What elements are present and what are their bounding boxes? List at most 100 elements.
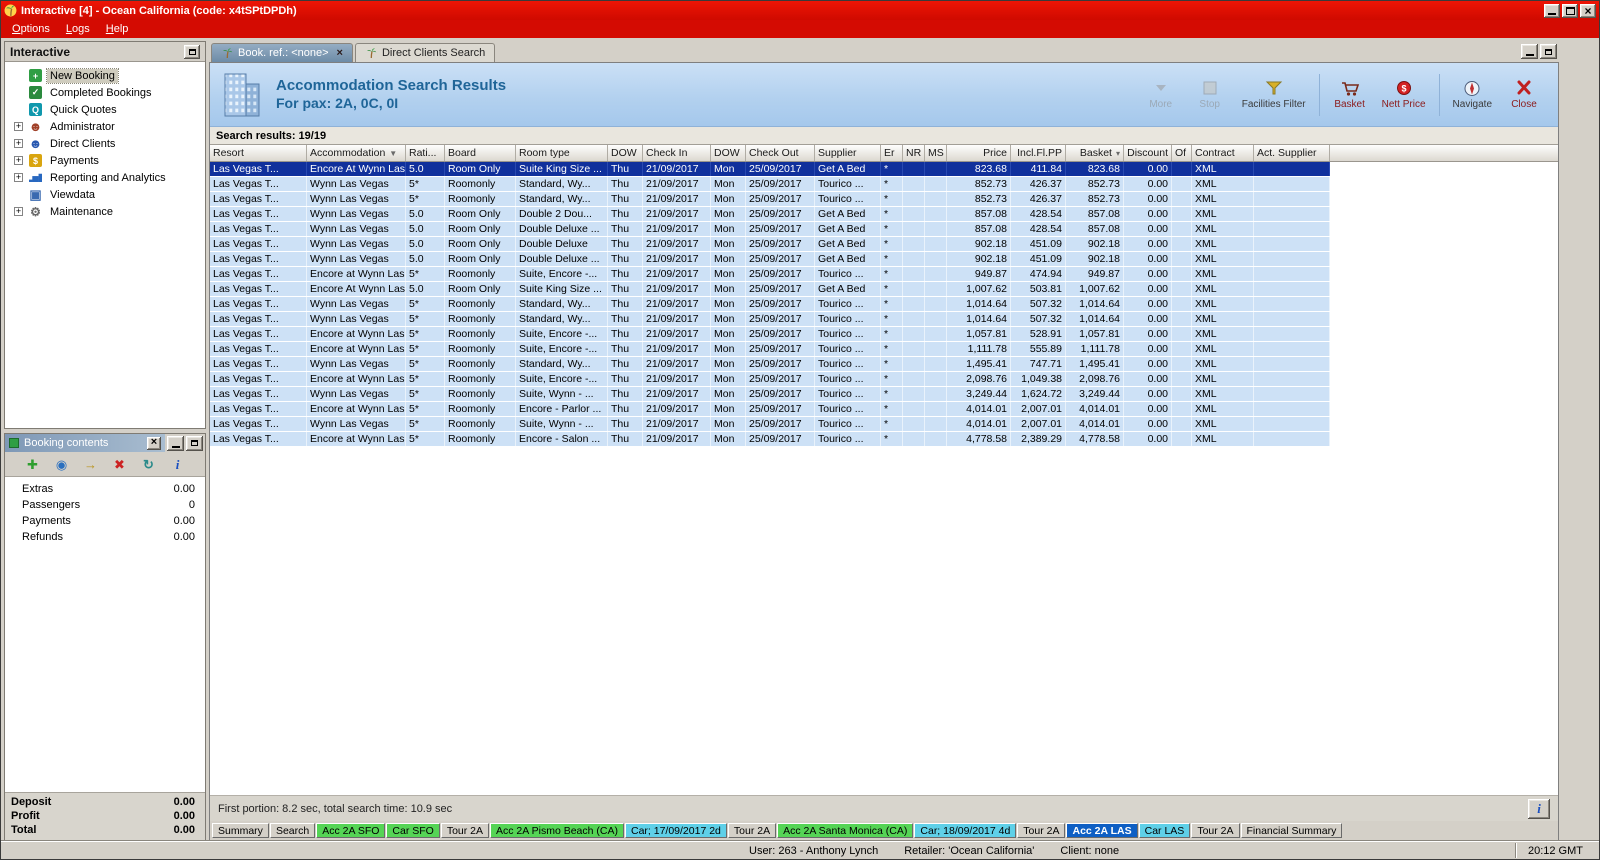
globe-icon[interactable]: ◉ (53, 455, 71, 473)
expand-icon[interactable]: + (14, 207, 23, 216)
booking-content-row-payments[interactable]: Payments 0.00 (5, 513, 205, 529)
bottom-tab-acc-2a-pismo-beach-ca[interactable]: Acc 2A Pismo Beach (CA) (490, 823, 624, 838)
table-row-6[interactable]: Las Vegas T... Wynn Las Vegas 5.0 Room Only… (210, 237, 1330, 252)
bottom-tab-tour-2a[interactable]: Tour 2A (1191, 823, 1240, 838)
column-header-room-type-4[interactable]: Room type (516, 145, 608, 161)
table-row-16[interactable]: Las Vegas T... Wynn Las Vegas 5* Roomonly Su… (210, 387, 1330, 402)
expand-icon[interactable]: + (14, 173, 23, 182)
minimize-button[interactable] (1544, 3, 1560, 18)
tab-book-ref-none[interactable]: Book. ref.: <none> × (211, 43, 353, 62)
column-header-er-10[interactable]: Er (881, 145, 903, 161)
bottom-tab-tour-2a[interactable]: Tour 2A (440, 823, 490, 838)
column-header-price-13[interactable]: Price (947, 145, 1011, 161)
close-button[interactable]: Close (1502, 76, 1546, 113)
mdi-minimize-button[interactable] (1521, 44, 1538, 59)
mdi-restore-button[interactable] (1540, 44, 1557, 59)
booking-content-row-refunds[interactable]: Refunds 0.00 (5, 529, 205, 545)
column-header-incl-fl-pp-14[interactable]: Incl.Fl.PP (1011, 145, 1066, 161)
column-header-nr-11[interactable]: NR (903, 145, 925, 161)
info-button[interactable]: i (1528, 798, 1550, 819)
column-header-dow-7[interactable]: DOW (711, 145, 746, 161)
add-icon[interactable]: ✚ (24, 455, 42, 473)
column-header-check-in-6[interactable]: Check In (643, 145, 711, 161)
export-icon[interactable]: → (82, 455, 100, 473)
booking-content-row-passengers[interactable]: Passengers 0 (5, 497, 205, 513)
navigate-button[interactable]: Navigate (1448, 76, 1497, 113)
delete-icon[interactable]: ✖ (111, 455, 129, 473)
bottom-tab-tour-2a[interactable]: Tour 2A (727, 823, 777, 838)
sidebar-item-quick-quotes[interactable]: Q Quick Quotes (5, 101, 205, 118)
column-header-basket-15[interactable]: Basket ▾ (1066, 145, 1124, 161)
table-row-8[interactable]: Las Vegas T... Encore at Wynn Las ... 5* Ro… (210, 267, 1330, 282)
bottom-tab-car-17-09-2017-2d[interactable]: Car; 17/09/2017 2d (624, 823, 727, 838)
minimize-booking-panel-button[interactable] (167, 435, 184, 451)
booking-content-row-extras[interactable]: Extras 0.00 (5, 481, 205, 497)
sidebar-item-new-booking[interactable]: + New Booking (5, 67, 205, 84)
bottom-tab-search[interactable]: Search (269, 823, 316, 838)
table-row-7[interactable]: Las Vegas T... Wynn Las Vegas 5.0 Room Only… (210, 252, 1330, 267)
bottom-tab-tour-2a[interactable]: Tour 2A (1017, 823, 1066, 838)
column-header-ms-12[interactable]: MS (925, 145, 947, 161)
column-header-check-out-8[interactable]: Check Out (746, 145, 815, 161)
table-row-19[interactable]: Las Vegas T... Encore at Wynn Las ... 5* Ro… (210, 432, 1330, 447)
info-icon[interactable]: i (169, 455, 187, 473)
expand-icon[interactable]: + (14, 156, 23, 165)
nett-price-button[interactable]: $ Nett Price (1377, 76, 1431, 113)
column-header-discount-16[interactable]: Discount (1124, 145, 1172, 161)
bottom-tab-acc-2a-santa-monica-ca[interactable]: Acc 2A Santa Monica (CA) (777, 823, 914, 838)
bottom-tab-car-sfo[interactable]: Car SFO (386, 823, 440, 838)
table-row-3[interactable]: Las Vegas T... Wynn Las Vegas 5* Roomonly St… (210, 192, 1330, 207)
sidebar-item-reporting-and-analytics[interactable]: + ▂▅▇ Reporting and Analytics (5, 169, 205, 186)
table-row-9[interactable]: Las Vegas T...Encore At Wynn Las ...5.0R… (210, 282, 1330, 297)
column-header-contract-18[interactable]: Contract (1192, 145, 1254, 161)
sidebar-item-maintenance[interactable]: + ⚙ Maintenance (5, 203, 205, 220)
bottom-tab-car-18-09-2017-4d[interactable]: Car; 18/09/2017 4d (914, 823, 1017, 838)
column-header-of-17[interactable]: Of (1172, 145, 1192, 161)
restore-booking-panel-button[interactable] (186, 435, 203, 451)
bottom-tab-summary[interactable]: Summary (212, 823, 269, 838)
collapse-panel-button[interactable] (184, 44, 200, 59)
column-header-act-supplier-19[interactable]: Act. Supplier (1254, 145, 1330, 161)
sidebar-item-payments[interactable]: + $ Payments (5, 152, 205, 169)
sidebar-item-direct-clients[interactable]: + ☻ Direct Clients (5, 135, 205, 152)
menu-item-options[interactable]: Options (4, 22, 58, 36)
close-booking-panel-button[interactable]: × (147, 436, 161, 450)
table-row-11[interactable]: Las Vegas T... Wynn Las Vegas 5* Roomonly St… (210, 312, 1330, 327)
sidebar-item-viewdata[interactable]: ▣ Viewdata (5, 186, 205, 203)
table-row-4[interactable]: Las Vegas T... Wynn Las Vegas 5.0 Room Only… (210, 207, 1330, 222)
table-row-13[interactable]: Las Vegas T... Encore at Wynn Las ... 5* Ro… (210, 342, 1330, 357)
tab-direct-clients-search[interactable]: Direct Clients Search (354, 43, 496, 62)
table-row-5[interactable]: Las Vegas T... Wynn Las Vegas 5.0 Room Only… (210, 222, 1330, 237)
bottom-tab-acc-2a-las[interactable]: Acc 2A LAS (1066, 823, 1138, 838)
table-row-2[interactable]: Las Vegas T... Wynn Las Vegas 5* Roomonly St… (210, 177, 1330, 192)
table-row-12[interactable]: Las Vegas T... Encore at Wynn Las ... 5* Ro… (210, 327, 1330, 342)
table-row-14[interactable]: Las Vegas T... Wynn Las Vegas 5* Roomonly St… (210, 357, 1330, 372)
column-header-supplier-9[interactable]: Supplier (815, 145, 881, 161)
table-row-10[interactable]: Las Vegas T... Wynn Las Vegas 5* Roomonly St… (210, 297, 1330, 312)
menu-item-help[interactable]: Help (98, 22, 137, 36)
expand-icon[interactable]: + (14, 139, 23, 148)
table-row-18[interactable]: Las Vegas T... Wynn Las Vegas 5* Roomonly Su… (210, 417, 1330, 432)
facilities-filter-button[interactable]: Facilities Filter (1237, 76, 1311, 113)
filter-icon[interactable]: ▼ (389, 149, 397, 158)
expand-icon[interactable]: + (14, 122, 23, 131)
table-row-15[interactable]: Las Vegas T... Encore at Wynn Las ... 5* Ro… (210, 372, 1330, 387)
sidebar-item-completed-bookings[interactable]: ✓ Completed Bookings (5, 84, 205, 101)
close-button[interactable]: × (1580, 3, 1596, 18)
menu-item-logs[interactable]: Logs (58, 22, 98, 36)
column-header-rati-2[interactable]: Rati... (406, 145, 445, 161)
refresh-icon[interactable]: ↻ (140, 455, 158, 473)
sidebar-item-administrator[interactable]: + ☻ Administrator (5, 118, 205, 135)
bottom-tab-acc-2a-sfo[interactable]: Acc 2A SFO (316, 823, 386, 838)
column-header-accommodation-1[interactable]: Accommodation ▼ (307, 145, 406, 161)
bottom-tab-car-las[interactable]: Car LAS (1138, 823, 1191, 838)
table-row-17[interactable]: Las Vegas T... Encore at Wynn Las ... 5* Ro… (210, 402, 1330, 417)
column-header-dow-5[interactable]: DOW (608, 145, 643, 161)
column-header-board-3[interactable]: Board (445, 145, 516, 161)
bottom-tab-financial-summary[interactable]: Financial Summary (1240, 823, 1343, 838)
close-tab-icon[interactable]: × (337, 47, 343, 59)
maximize-button[interactable] (1562, 3, 1578, 18)
basket-button[interactable]: Basket (1328, 76, 1372, 113)
column-header-resort-0[interactable]: Resort (210, 145, 307, 161)
table-row-1[interactable]: Las Vegas T...Encore At Wynn Las ...5.0R… (210, 162, 1330, 177)
